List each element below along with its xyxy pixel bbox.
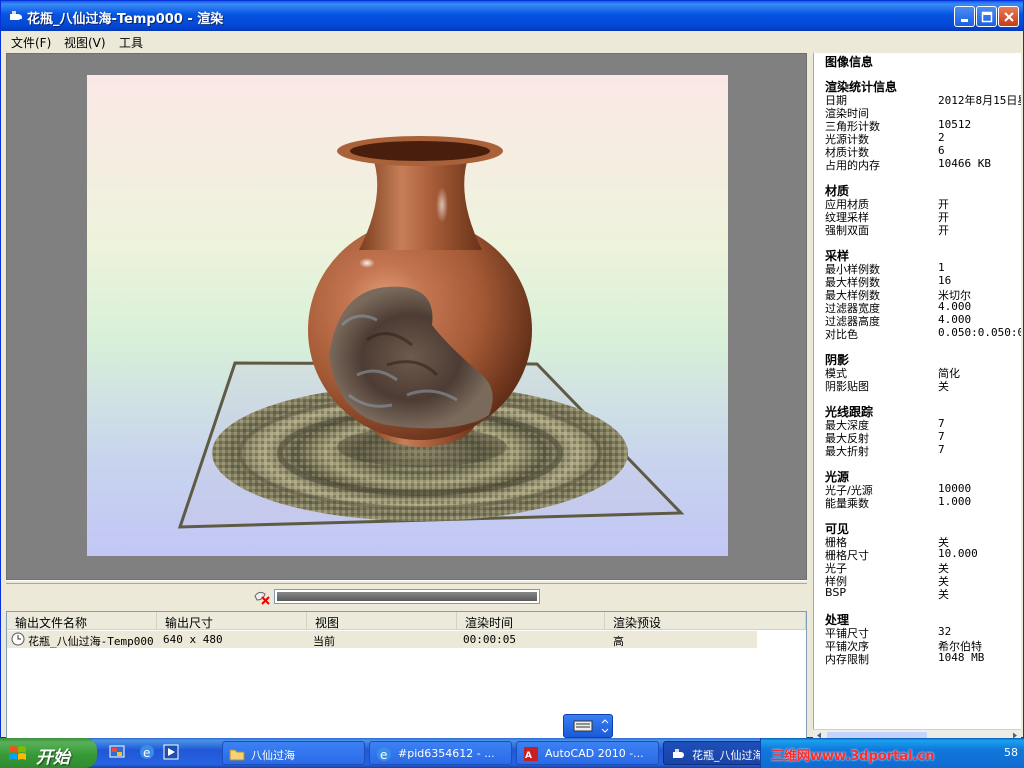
start-label: 开始	[36, 748, 70, 768]
taskbar-item-browser[interactable]: e #pid6354612 - ...	[369, 741, 512, 765]
language-bar[interactable]	[563, 714, 613, 738]
taskbar-item-folder[interactable]: 八仙过海	[222, 741, 365, 765]
info-key: 占用的内存	[825, 159, 880, 172]
info-value: 32	[938, 625, 952, 638]
info-value: 1048 MB	[938, 651, 985, 664]
system-tray: 三维网www.3dportal.cn 58	[760, 738, 1024, 768]
windows-logo-icon	[8, 744, 28, 762]
render-viewport	[6, 53, 807, 580]
ie-quicklaunch-icon[interactable]: e	[139, 744, 155, 760]
cell-file-name: 花瓶_八仙过海-Temp000	[28, 635, 154, 648]
info-key: 对比色	[825, 328, 858, 341]
title-bar[interactable]: 花瓶_八仙过海-Temp000 - 渲染	[1, 1, 1023, 31]
info-value: 4.000	[938, 300, 972, 313]
output-list: 输出文件名称 输出尺寸 视图 渲染时间 渲染预设 花瓶_八仙过海-Temp000…	[6, 611, 807, 739]
render-window: 花瓶_八仙过海-Temp000 - 渲染 文件(F) 视图(V) 工具 输出文件…	[0, 0, 1024, 739]
list-header: 输出文件名称 输出尺寸 视图 渲染时间 渲染预设	[7, 612, 806, 630]
folder-icon	[229, 746, 245, 762]
watermark-text: 三维网www.3dportal.cn	[771, 749, 935, 764]
render-history-icon	[11, 632, 25, 646]
info-value: 开	[938, 224, 949, 237]
info-value: 关	[938, 380, 949, 393]
info-value: 10.000	[938, 547, 978, 560]
info-value: 16	[938, 274, 952, 287]
info-value: 7	[938, 443, 945, 456]
col-render-time[interactable]: 渲染时间	[457, 612, 605, 630]
info-value: 1.000	[938, 495, 972, 508]
menu-file[interactable]: 文件(F)	[11, 34, 51, 51]
cancel-render-icon[interactable]	[253, 588, 271, 606]
info-key: 阴影贴图	[825, 380, 869, 393]
info-value: 10512	[938, 118, 972, 131]
table-row[interactable]: 花瓶_八仙过海-Temp000 640 x 480 当前 00:00:05 高	[7, 631, 757, 648]
info-key: BSP	[825, 586, 846, 599]
clock[interactable]: 58	[1004, 746, 1018, 759]
menu-bar: 文件(F) 视图(V) 工具	[1, 31, 1023, 51]
info-value: 10000	[938, 482, 972, 495]
media-quicklaunch-icon[interactable]	[163, 744, 179, 760]
task-label: AutoCAD 2010 -...	[545, 747, 644, 760]
info-value: 关	[938, 588, 949, 601]
taskbar: 开始 e 八仙过海 e #pid6354612 - ... A AutoCAD …	[0, 738, 1024, 768]
info-value: 0.050:0.050:0.	[938, 326, 1021, 339]
info-value: 6	[938, 144, 945, 157]
taskbar-item-autocad[interactable]: A AutoCAD 2010 -...	[516, 741, 659, 765]
menu-view[interactable]: 视图(V)	[64, 34, 106, 51]
info-key: 最大折射	[825, 445, 869, 458]
info-key: 能量乘数	[825, 497, 869, 510]
info-title: 图像信息	[825, 55, 874, 69]
info-value: 7	[938, 430, 945, 443]
info-value: 10466 KB	[938, 157, 991, 170]
col-render-preset[interactable]: 渲染预设	[605, 612, 806, 630]
start-button[interactable]: 开始	[0, 738, 97, 768]
render-icon	[670, 746, 686, 762]
info-value: 2	[938, 131, 945, 144]
svg-text:e: e	[143, 746, 150, 760]
menu-tools[interactable]: 工具	[119, 34, 143, 51]
cell-output-size: 640 x 480	[163, 633, 223, 646]
info-value: 4.000	[938, 313, 972, 326]
window-title: 花瓶_八仙过海-Temp000 - 渲染	[27, 12, 224, 27]
svg-text:e: e	[380, 748, 387, 762]
render-progress-bar	[274, 589, 540, 604]
rendered-image	[87, 75, 728, 556]
col-output-size[interactable]: 输出尺寸	[157, 612, 307, 630]
cell-view: 当前	[313, 635, 335, 648]
task-label: #pid6354612 - ...	[398, 747, 495, 760]
info-value: 2012年8月15日星	[938, 94, 1021, 107]
ie-icon: e	[376, 746, 392, 762]
progress-row	[6, 584, 807, 611]
image-info-panel: 图像信息 渲染统计信息 日期 2012年8月15日星 渲染时间 三角形计数 1051…	[813, 53, 1021, 739]
minimize-button[interactable]	[954, 6, 975, 27]
task-label: 八仙过海	[251, 749, 295, 762]
col-view[interactable]: 视图	[307, 612, 457, 630]
svg-text:A: A	[525, 751, 532, 761]
cell-render-time: 00:00:05	[463, 633, 516, 646]
info-key: 内存限制	[825, 653, 869, 666]
col-file-name[interactable]: 输出文件名称	[7, 612, 157, 630]
info-key: 强制双面	[825, 224, 869, 237]
show-desktop-icon[interactable]	[109, 744, 125, 760]
cell-render-preset: 高	[613, 635, 624, 648]
info-value: 7	[938, 417, 945, 430]
teapot-icon	[7, 8, 23, 24]
info-value: 1	[938, 261, 945, 274]
autocad-icon: A	[523, 746, 539, 762]
close-button[interactable]	[998, 6, 1019, 27]
maximize-button[interactable]	[976, 6, 997, 27]
